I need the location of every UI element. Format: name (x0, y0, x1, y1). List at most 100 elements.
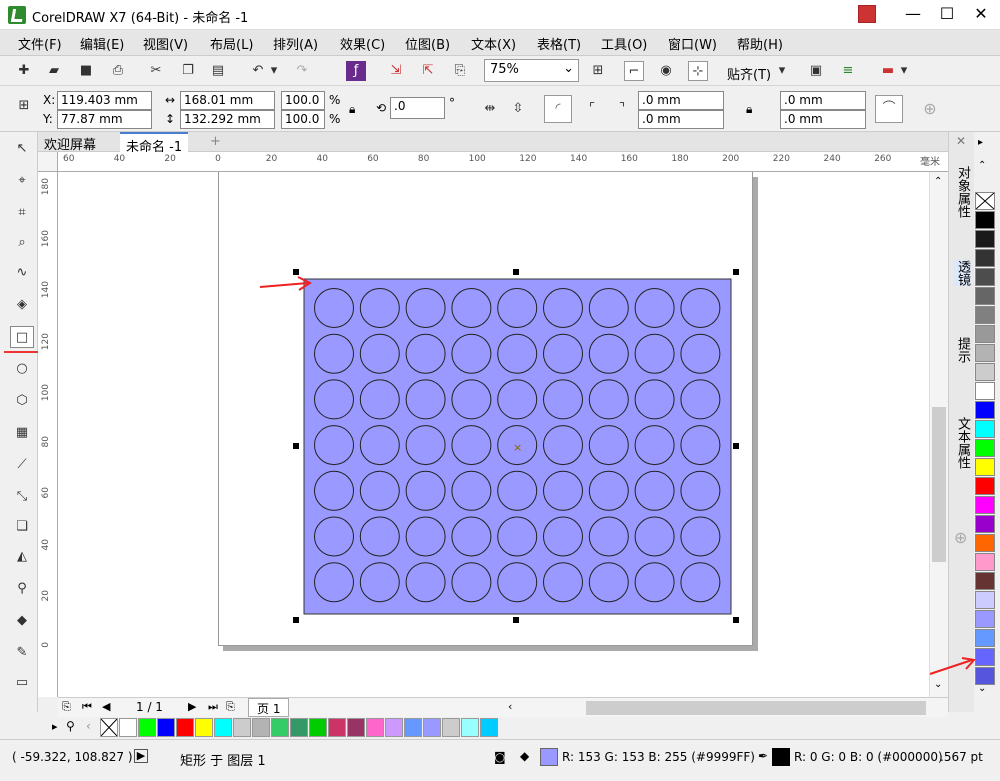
lock-corners-icon[interactable]: 🔒︎ (746, 102, 752, 117)
chevron-down-icon[interactable]: ⌄ (978, 683, 986, 694)
full-screen-icon[interactable]: ⊞ (588, 61, 608, 81)
mirror-horizontal-icon[interactable]: ⇹ (480, 99, 500, 119)
corner-radius-top-left-field[interactable]: .0 mm (638, 91, 724, 110)
color-swatch[interactable] (975, 211, 995, 229)
color-swatch[interactable] (975, 230, 995, 248)
scroll-palette-left-icon[interactable]: ‹ (86, 719, 91, 733)
corner-radius-bottom-left-field[interactable]: .0 mm (638, 110, 724, 129)
menu-tools[interactable]: 工具(O) (601, 34, 647, 53)
color-proof-icon[interactable]: ◙ (494, 750, 506, 764)
scroll-left-icon[interactable]: ‹ (508, 700, 512, 713)
scale-height-field[interactable]: 100.0 (281, 110, 325, 129)
print-icon[interactable]: ⎙ (108, 61, 128, 81)
user-account-icon[interactable] (858, 5, 876, 23)
new-document-icon[interactable]: ✚ (14, 61, 34, 81)
menu-table[interactable]: 表格(T) (537, 34, 581, 53)
color-swatch[interactable] (461, 718, 479, 737)
close-button[interactable]: ✕ (964, 2, 998, 26)
color-management-icon[interactable]: ▬ (878, 61, 898, 81)
height-field[interactable]: 132.292 mm (180, 110, 275, 129)
paste-icon[interactable]: ▤ (208, 61, 228, 81)
color-swatch[interactable] (347, 718, 365, 737)
no-color-swatch[interactable] (975, 192, 995, 210)
cut-icon[interactable]: ✂ (146, 61, 166, 81)
color-swatch[interactable] (119, 718, 137, 737)
copy-icon[interactable]: ❐ (178, 61, 198, 81)
color-swatch[interactable] (975, 249, 995, 267)
redo-icon[interactable]: ↷ (292, 61, 312, 81)
menu-bitmaps[interactable]: 位图(B) (405, 34, 450, 53)
polygon-tool-icon[interactable]: ⬡ (10, 390, 34, 412)
menu-layout[interactable]: 布局(L) (210, 34, 253, 53)
vertical-scroll-thumb[interactable] (932, 407, 946, 562)
color-swatch[interactable] (214, 718, 232, 737)
chamfered-corner-icon[interactable]: ⌝ (612, 99, 632, 119)
minimize-button[interactable]: — (896, 2, 930, 26)
color-swatch[interactable] (975, 268, 995, 286)
tab-object-properties[interactable]: 对象属性 (953, 166, 971, 218)
color-swatch[interactable] (975, 420, 995, 438)
drawing-canvas[interactable]: × (58, 172, 929, 697)
connector-tool-icon[interactable]: ⤡ (10, 486, 34, 508)
color-swatch[interactable] (404, 718, 422, 737)
ellipse-tool-icon[interactable]: ○ (10, 358, 34, 380)
color-swatch[interactable] (975, 534, 995, 552)
color-swatch[interactable] (975, 344, 995, 362)
width-field[interactable]: 168.01 mm (180, 91, 275, 110)
menu-view[interactable]: 视图(V) (143, 34, 188, 53)
show-rulers-icon[interactable]: ⌐ (624, 61, 644, 81)
x-position-field[interactable]: 119.403 mm (57, 91, 152, 110)
transparency-tool-icon[interactable]: ◭ (10, 546, 34, 568)
round-corner-button[interactable]: ◜ (544, 95, 572, 123)
application-launcher-icon[interactable]: ≡ (838, 61, 858, 81)
interactive-fill-tool-icon[interactable]: ◆ (10, 610, 34, 632)
color-swatch[interactable] (157, 718, 175, 737)
previous-page-icon[interactable]: ◀ (102, 700, 110, 713)
y-position-field[interactable]: 77.87 mm (57, 110, 152, 129)
import-icon[interactable]: ⇲ (386, 61, 406, 81)
crop-tool-icon[interactable]: ⌗ (10, 202, 34, 224)
snap-to-menu[interactable]: 贴齐(T) (727, 64, 771, 83)
color-swatch[interactable] (252, 718, 270, 737)
color-swatch[interactable] (138, 718, 156, 737)
undo-dropdown-icon[interactable]: ▾ (268, 61, 280, 81)
fill-color-swatch[interactable] (540, 748, 558, 766)
tab-lens[interactable]: 透镜 (953, 260, 971, 286)
add-icon[interactable]: ⊕ (920, 99, 940, 119)
color-swatch[interactable] (975, 287, 995, 305)
chevron-up-icon[interactable]: ⌃ (978, 160, 986, 171)
add-page-before-icon[interactable]: ⎘ (62, 700, 71, 714)
tab-text-properties[interactable]: 文本属性 (953, 417, 971, 469)
color-swatch[interactable] (975, 306, 995, 324)
close-icon[interactable]: ✕ (956, 134, 966, 148)
scale-width-field[interactable]: 100.0 (281, 91, 325, 110)
color-swatch[interactable] (271, 718, 289, 737)
color-swatch[interactable] (975, 401, 995, 419)
rectangle-tool-icon[interactable]: □ (10, 326, 34, 348)
tab-document[interactable]: 未命名 -1 (120, 132, 189, 155)
menu-edit[interactable]: 编辑(E) (80, 34, 124, 53)
add-docker-icon[interactable]: ⊕ (954, 528, 967, 547)
tab-welcome[interactable]: 欢迎屏幕 (38, 132, 102, 153)
export-icon[interactable]: ⇱ (418, 61, 438, 81)
corner-radius-top-right-field[interactable]: .0 mm (780, 91, 866, 110)
color-swatch[interactable] (975, 325, 995, 343)
open-icon[interactable]: ▰ (44, 61, 64, 81)
show-guidelines-icon[interactable]: ⊹ (688, 61, 708, 81)
mirror-vertical-icon[interactable]: ⇳ (508, 99, 528, 119)
color-swatch[interactable] (195, 718, 213, 737)
color-swatch[interactable] (975, 572, 995, 590)
palette-menu-icon[interactable]: ▸ (52, 720, 58, 733)
color-swatch[interactable] (233, 718, 251, 737)
color-swatch[interactable] (309, 718, 327, 737)
tab-hints[interactable]: 提示 (953, 337, 971, 363)
search-content-icon[interactable]: ƒ (346, 61, 366, 81)
color-swatch[interactable] (975, 363, 995, 381)
play-icon[interactable]: ▶ (134, 749, 148, 763)
color-swatch[interactable] (385, 718, 403, 737)
smart-fill-tool-icon[interactable]: ◈ (10, 294, 34, 316)
eyedropper-icon[interactable]: ⚲ (66, 719, 75, 733)
ruler-corner[interactable] (38, 152, 58, 172)
shape-tool-icon[interactable]: ⌖ (10, 170, 34, 192)
color-swatch[interactable] (975, 515, 995, 533)
